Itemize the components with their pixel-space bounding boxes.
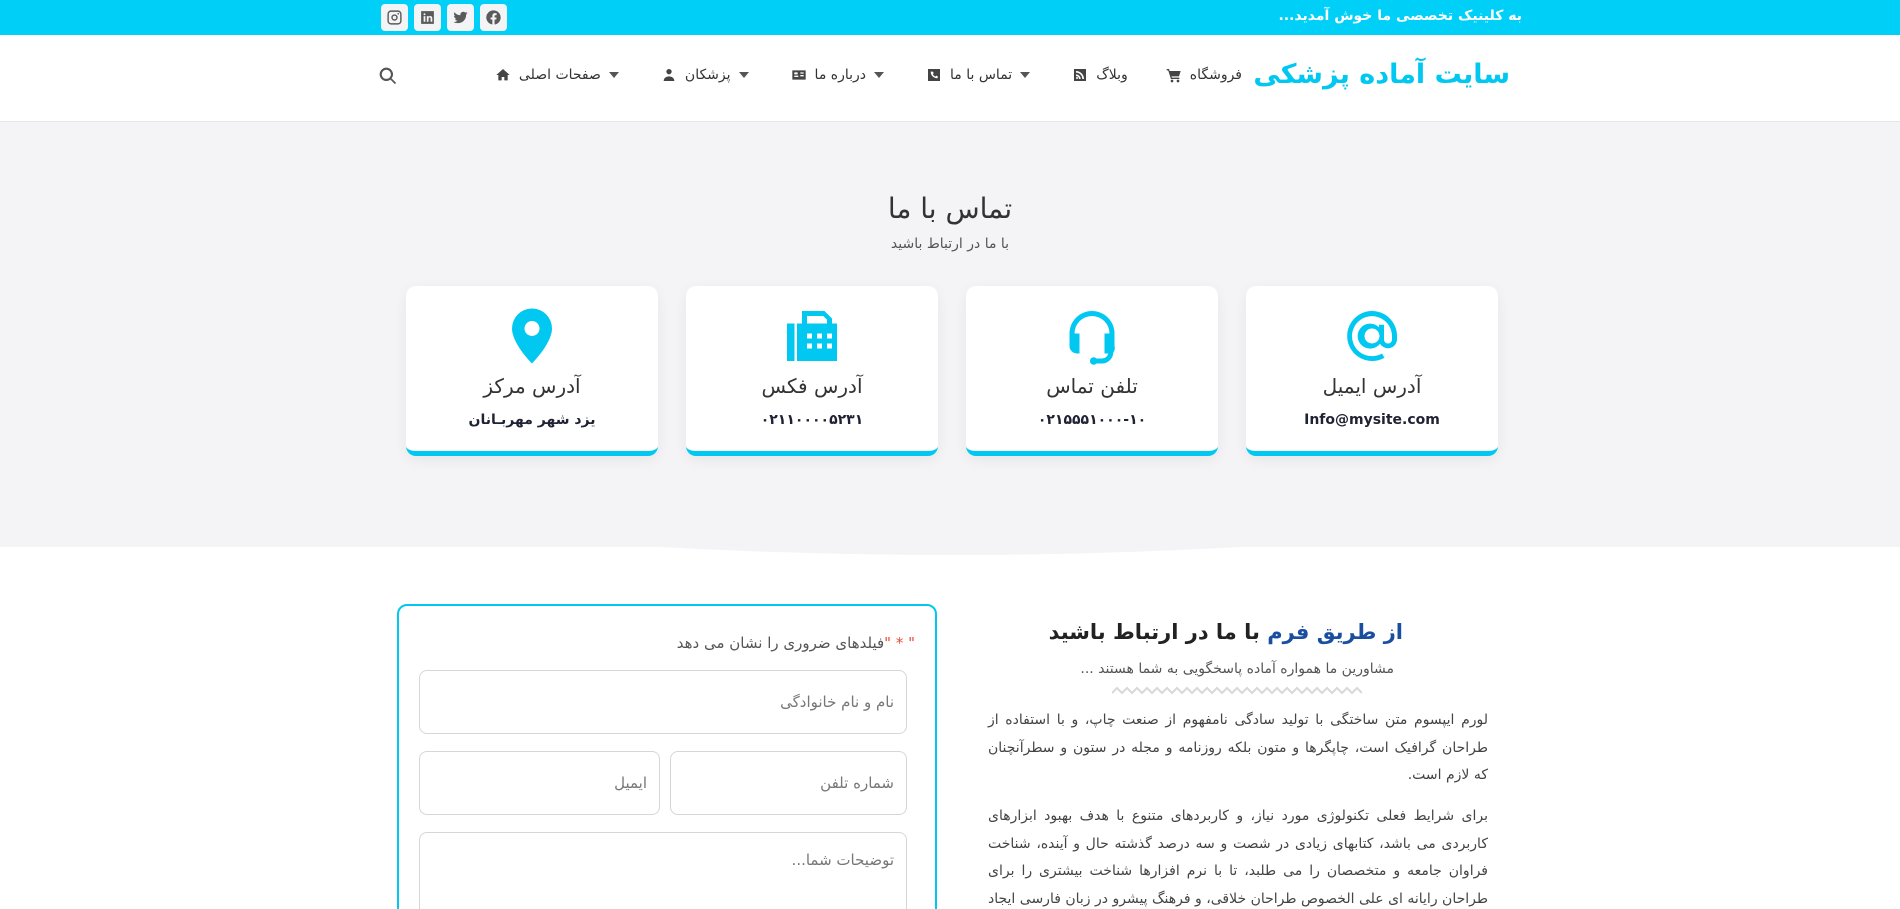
card-title: آدرس فکس [761,374,863,398]
search-icon[interactable] [378,66,398,86]
paragraph-1: لورم ایپسوم متن ساختگی با تولید سادگی نا… [988,712,1488,783]
email-field[interactable] [419,751,660,815]
rss-icon [1072,67,1088,83]
card-title: آدرس ایمیل [1322,374,1422,398]
nav-item-doctors[interactable]: پزشکان [661,67,753,83]
heading-rest: با ما در ارتباط باشید [1048,620,1260,644]
chevron-down-icon [1020,72,1031,78]
chevron-down-icon [738,72,749,78]
chevron-down-icon [874,72,885,78]
contact-form: " * "فیلدهای ضروری را نشان می دهد [397,604,937,909]
nav-label: وبلاگ [1096,67,1128,83]
page-subtitle: با ما در ارتباط باشید [890,236,1010,252]
name-input[interactable] [420,671,906,733]
home-icon [495,67,511,83]
welcome-message: به کلینیک تخصصی ما خوش آمدید... [1278,8,1522,24]
nav-label: تماس با ما [950,67,1013,83]
cart-icon [1166,67,1182,83]
phone-field[interactable] [670,751,907,815]
nav-label: صفحات اصلی [518,67,601,83]
nav-item-contact[interactable]: تماس با ما [926,67,1034,83]
doctor-icon [661,67,677,83]
nav-label: فروشگاه [1189,67,1242,83]
id-card-icon [791,67,807,83]
card-value: یزد شهر مهربـانان [468,412,596,428]
at-sign-icon [1246,306,1498,366]
linkedin-icon[interactable] [414,4,441,31]
required-mark: " * " [884,634,915,652]
card-value[interactable]: ۰۲۱۵۵۵۱۰۰۰-۱۰ [966,412,1218,428]
hero-bottom-curve [0,470,1900,555]
fax-icon [686,306,938,366]
heading-highlight: از طریق فرم [1267,620,1403,644]
zigzag-divider [1112,686,1362,695]
chevron-down-icon [608,72,619,78]
card-title: تلفن تماس [1046,374,1138,398]
nav-item-about[interactable]: درباره ما [791,67,888,83]
main-nav: صفحات اصلی پزشکان درباره ما تماس با ما و… [495,67,1242,83]
phone-input[interactable] [671,752,906,814]
form-heading: از طریق فرم با ما در ارتباط باشید [1049,620,1403,644]
card-value[interactable]: Info@mysite.com [1246,412,1498,428]
site-logo[interactable]: سایت آماده پزشکی [1253,59,1510,90]
contact-card-fax: آدرس فکس ۰۲۱۱۰۰۰۰۵۲۳۱ [686,286,938,456]
main-header: سایت آماده پزشکی صفحات اصلی پزشکان دربار… [0,35,1900,122]
nav-item-shop[interactable]: فروشگاه [1166,67,1242,83]
phone-icon [926,67,942,83]
paragraph-2: برای شرایط فعلی تکنولوژی مورد نیاز، و کا… [988,808,1488,907]
headset-icon [966,306,1218,366]
message-textarea[interactable] [420,833,906,909]
required-fields-note: " * "فیلدهای ضروری را نشان می دهد [677,634,915,652]
nav-label: درباره ما [814,67,867,83]
twitter-icon[interactable] [447,4,474,31]
instagram-icon[interactable] [381,4,408,31]
name-field[interactable] [419,670,907,734]
contact-card-phone: تلفن تماس ۰۲۱۵۵۵۱۰۰۰-۱۰ [966,286,1218,456]
nav-item-main-pages[interactable]: صفحات اصلی [495,67,623,83]
map-pin-icon [406,306,658,366]
nav-item-blog[interactable]: وبلاگ [1072,67,1128,83]
card-title: آدرس مرکز [483,374,581,398]
nav-label: پزشکان [684,67,731,83]
contact-card-address: آدرس مرکز یزد شهر مهربـانان [406,286,658,456]
form-subheading: مشاورین ما همواره آماده پاسخگویی به شما … [1080,661,1394,677]
top-bar: به کلینیک تخصصی ما خوش آمدید... [0,0,1900,35]
facebook-icon[interactable] [480,4,507,31]
page-title: تماس با ما [887,192,1013,225]
required-note-text: فیلدهای ضروری را نشان می دهد [676,634,885,652]
email-input[interactable] [420,752,659,814]
card-value: ۰۲۱۱۰۰۰۰۵۲۳۱ [760,412,864,428]
social-links [381,4,507,31]
message-field[interactable] [419,832,907,909]
contact-card-email: آدرس ایمیل Info@mysite.com [1246,286,1498,456]
